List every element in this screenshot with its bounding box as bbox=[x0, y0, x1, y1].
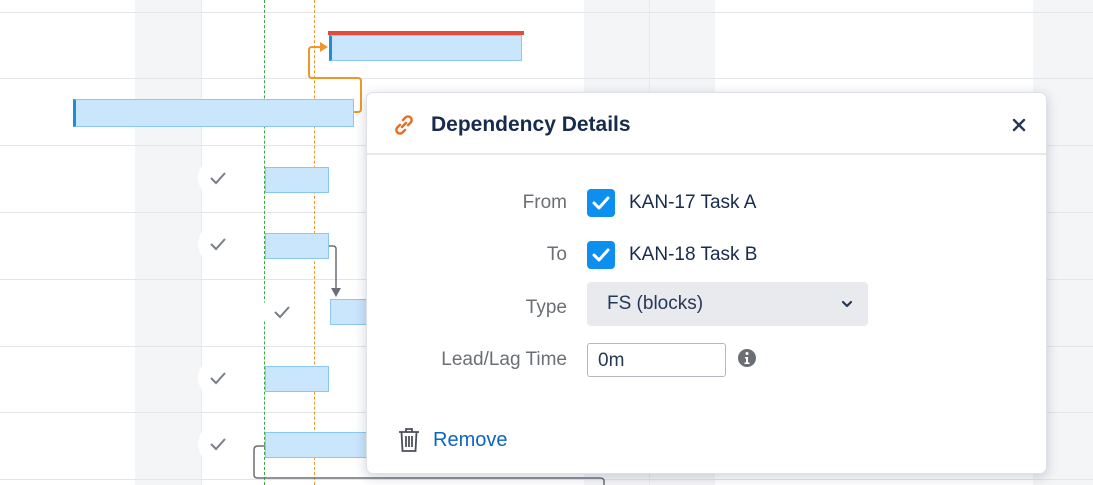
trash-icon bbox=[399, 428, 419, 452]
row-divider bbox=[0, 78, 1093, 79]
arrowhead bbox=[320, 42, 328, 52]
task-bar[interactable] bbox=[265, 432, 375, 458]
dependency-details-popup: Dependency Details From KAN-17 Task A To… bbox=[366, 92, 1047, 474]
lead-lag-value: 0m bbox=[598, 350, 625, 371]
task-bar[interactable] bbox=[265, 167, 329, 193]
link-icon bbox=[395, 115, 413, 135]
to-checkbox[interactable] bbox=[587, 241, 615, 269]
arrowhead bbox=[331, 288, 341, 297]
close-icon bbox=[1012, 118, 1026, 132]
checkmark-icon bbox=[262, 292, 302, 332]
type-label: Type bbox=[525, 297, 567, 318]
checkmark-icon bbox=[592, 248, 610, 262]
lead-lag-input[interactable]: 0m bbox=[587, 343, 726, 377]
task-bar[interactable] bbox=[329, 35, 522, 61]
checkmark-icon bbox=[198, 224, 238, 264]
to-task: KAN-18 Task B bbox=[629, 244, 758, 265]
row-divider bbox=[0, 479, 1093, 480]
task-bar[interactable] bbox=[265, 233, 329, 259]
checkmark-icon bbox=[198, 358, 238, 398]
from-task: KAN-17 Task A bbox=[629, 192, 757, 213]
checkmark-icon bbox=[198, 424, 238, 464]
task-bar[interactable] bbox=[73, 99, 354, 127]
popup-header: Dependency Details bbox=[367, 93, 1046, 155]
remove-button[interactable]: Remove bbox=[397, 426, 507, 454]
to-label: To bbox=[546, 244, 567, 265]
chevron-down-icon bbox=[841, 300, 853, 308]
remove-label: Remove bbox=[433, 429, 508, 451]
checkmark-icon bbox=[198, 158, 238, 198]
from-label: From bbox=[522, 192, 567, 213]
type-select-value: FS (blocks) bbox=[607, 293, 704, 314]
type-select[interactable]: FS (blocks) bbox=[587, 282, 868, 326]
checkmark-icon bbox=[592, 196, 610, 210]
from-checkbox[interactable] bbox=[587, 189, 615, 217]
popup-title: Dependency Details bbox=[431, 113, 631, 136]
dependency-arrow bbox=[329, 245, 337, 290]
row-divider bbox=[0, 12, 1093, 13]
lead-lag-label: Lead/Lag Time bbox=[441, 349, 567, 370]
close-button[interactable] bbox=[1007, 113, 1031, 137]
task-bar[interactable] bbox=[265, 366, 329, 392]
info-icon[interactable] bbox=[737, 348, 757, 368]
